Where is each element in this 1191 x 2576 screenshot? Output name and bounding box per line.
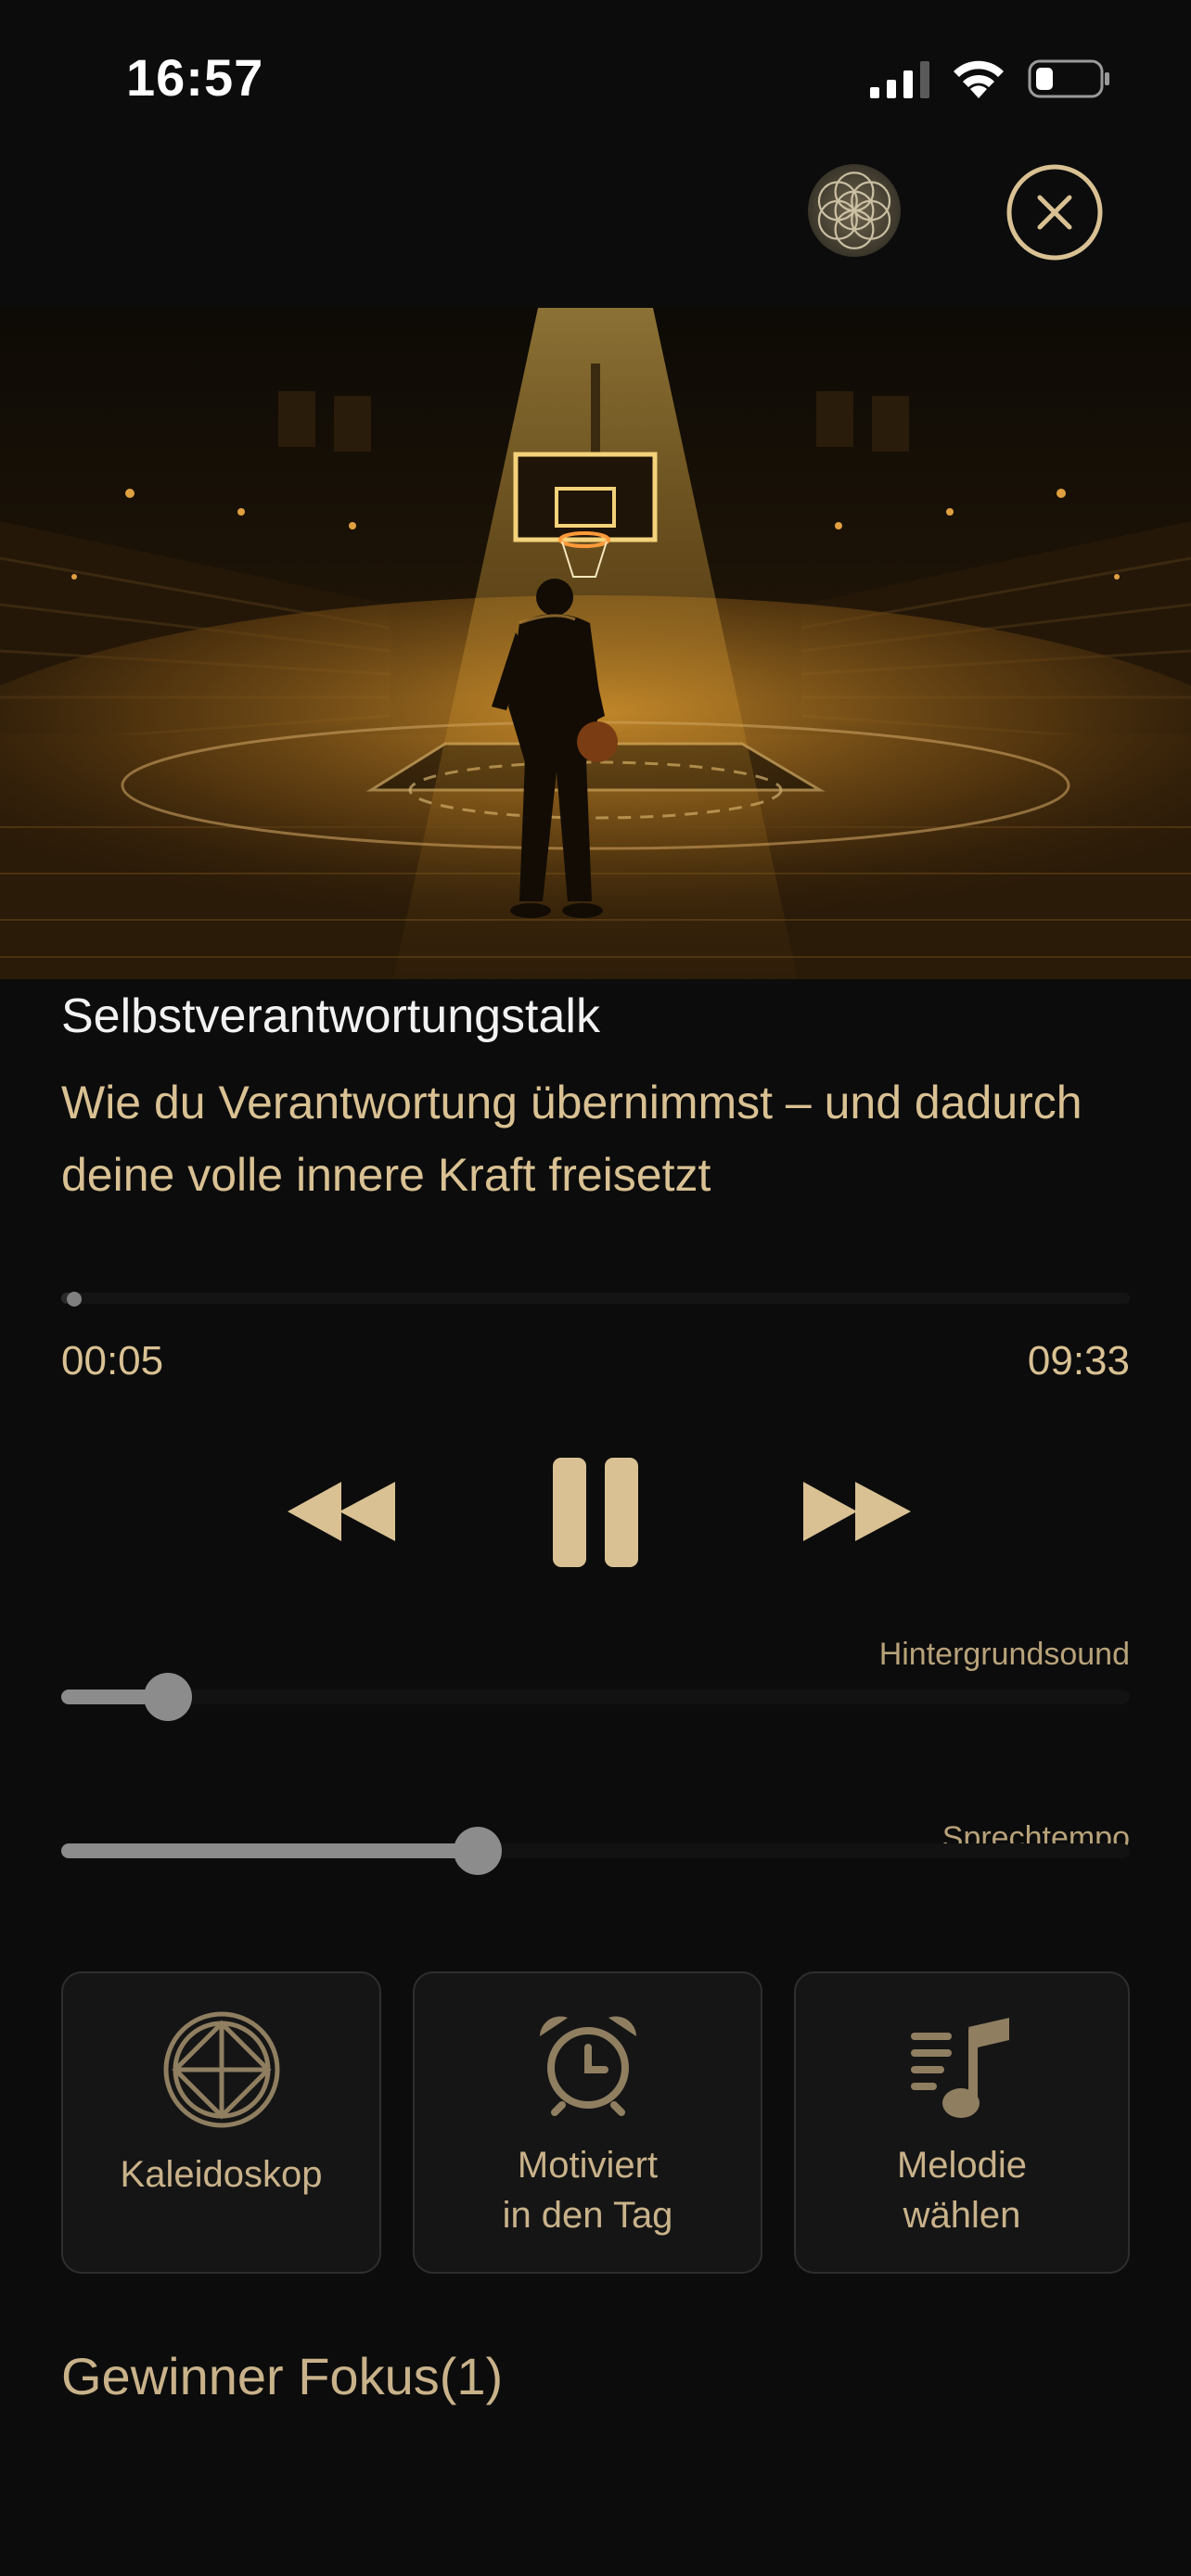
alarm-clock-icon [539,2016,636,2116]
section-title: Gewinner Fokus(1) [61,2347,504,2405]
rewind-button[interactable] [288,1478,399,1545]
motivated-morning-option-card[interactable]: Motiviert in den Tag [413,1971,762,2274]
close-button[interactable] [1005,163,1104,261]
cellular-signal-icon [870,61,929,98]
kaleidoscope-option-label: Kaleidoskop [120,2154,323,2195]
progress-knob[interactable] [67,1292,83,1307]
fast-forward-button[interactable] [800,1478,911,1545]
hero-image [0,308,1191,979]
track-title: Wie du Verantwortung übernimmst – und da… [61,1077,1082,1201]
music-note-icon [911,2018,1009,2118]
progress-track[interactable] [61,1293,1130,1304]
flower-logo-icon[interactable] [807,163,902,258]
speech-tempo-slider-fill [61,1843,479,1858]
background-sound-label: Hintergrundsound [878,1637,1130,1672]
battery-icon [1028,59,1109,98]
elapsed-time: 00:05 [61,1338,164,1384]
pause-button[interactable] [549,1456,642,1569]
background-sound-slider-knob[interactable] [144,1673,193,1721]
wifi-icon [954,60,1004,98]
speech-tempo-slider-knob[interactable] [454,1827,503,1875]
track-category: Selbstverantwortungstalk [61,989,600,1043]
kaleidoscope-option-card[interactable]: Kaleidoskop [61,1971,381,2274]
total-duration: 09:33 [1027,1338,1130,1384]
status-time: 16:57 [126,48,264,107]
motivated-morning-option-label: Motiviert in den Tag [502,2145,673,2236]
choose-melody-option-card[interactable]: Melodie wählen [794,1971,1130,2274]
choose-melody-option-label: Melodie wählen [896,2145,1028,2236]
kaleidoscope-icon [163,2011,279,2128]
background-sound-slider-track[interactable] [61,1690,1130,1704]
